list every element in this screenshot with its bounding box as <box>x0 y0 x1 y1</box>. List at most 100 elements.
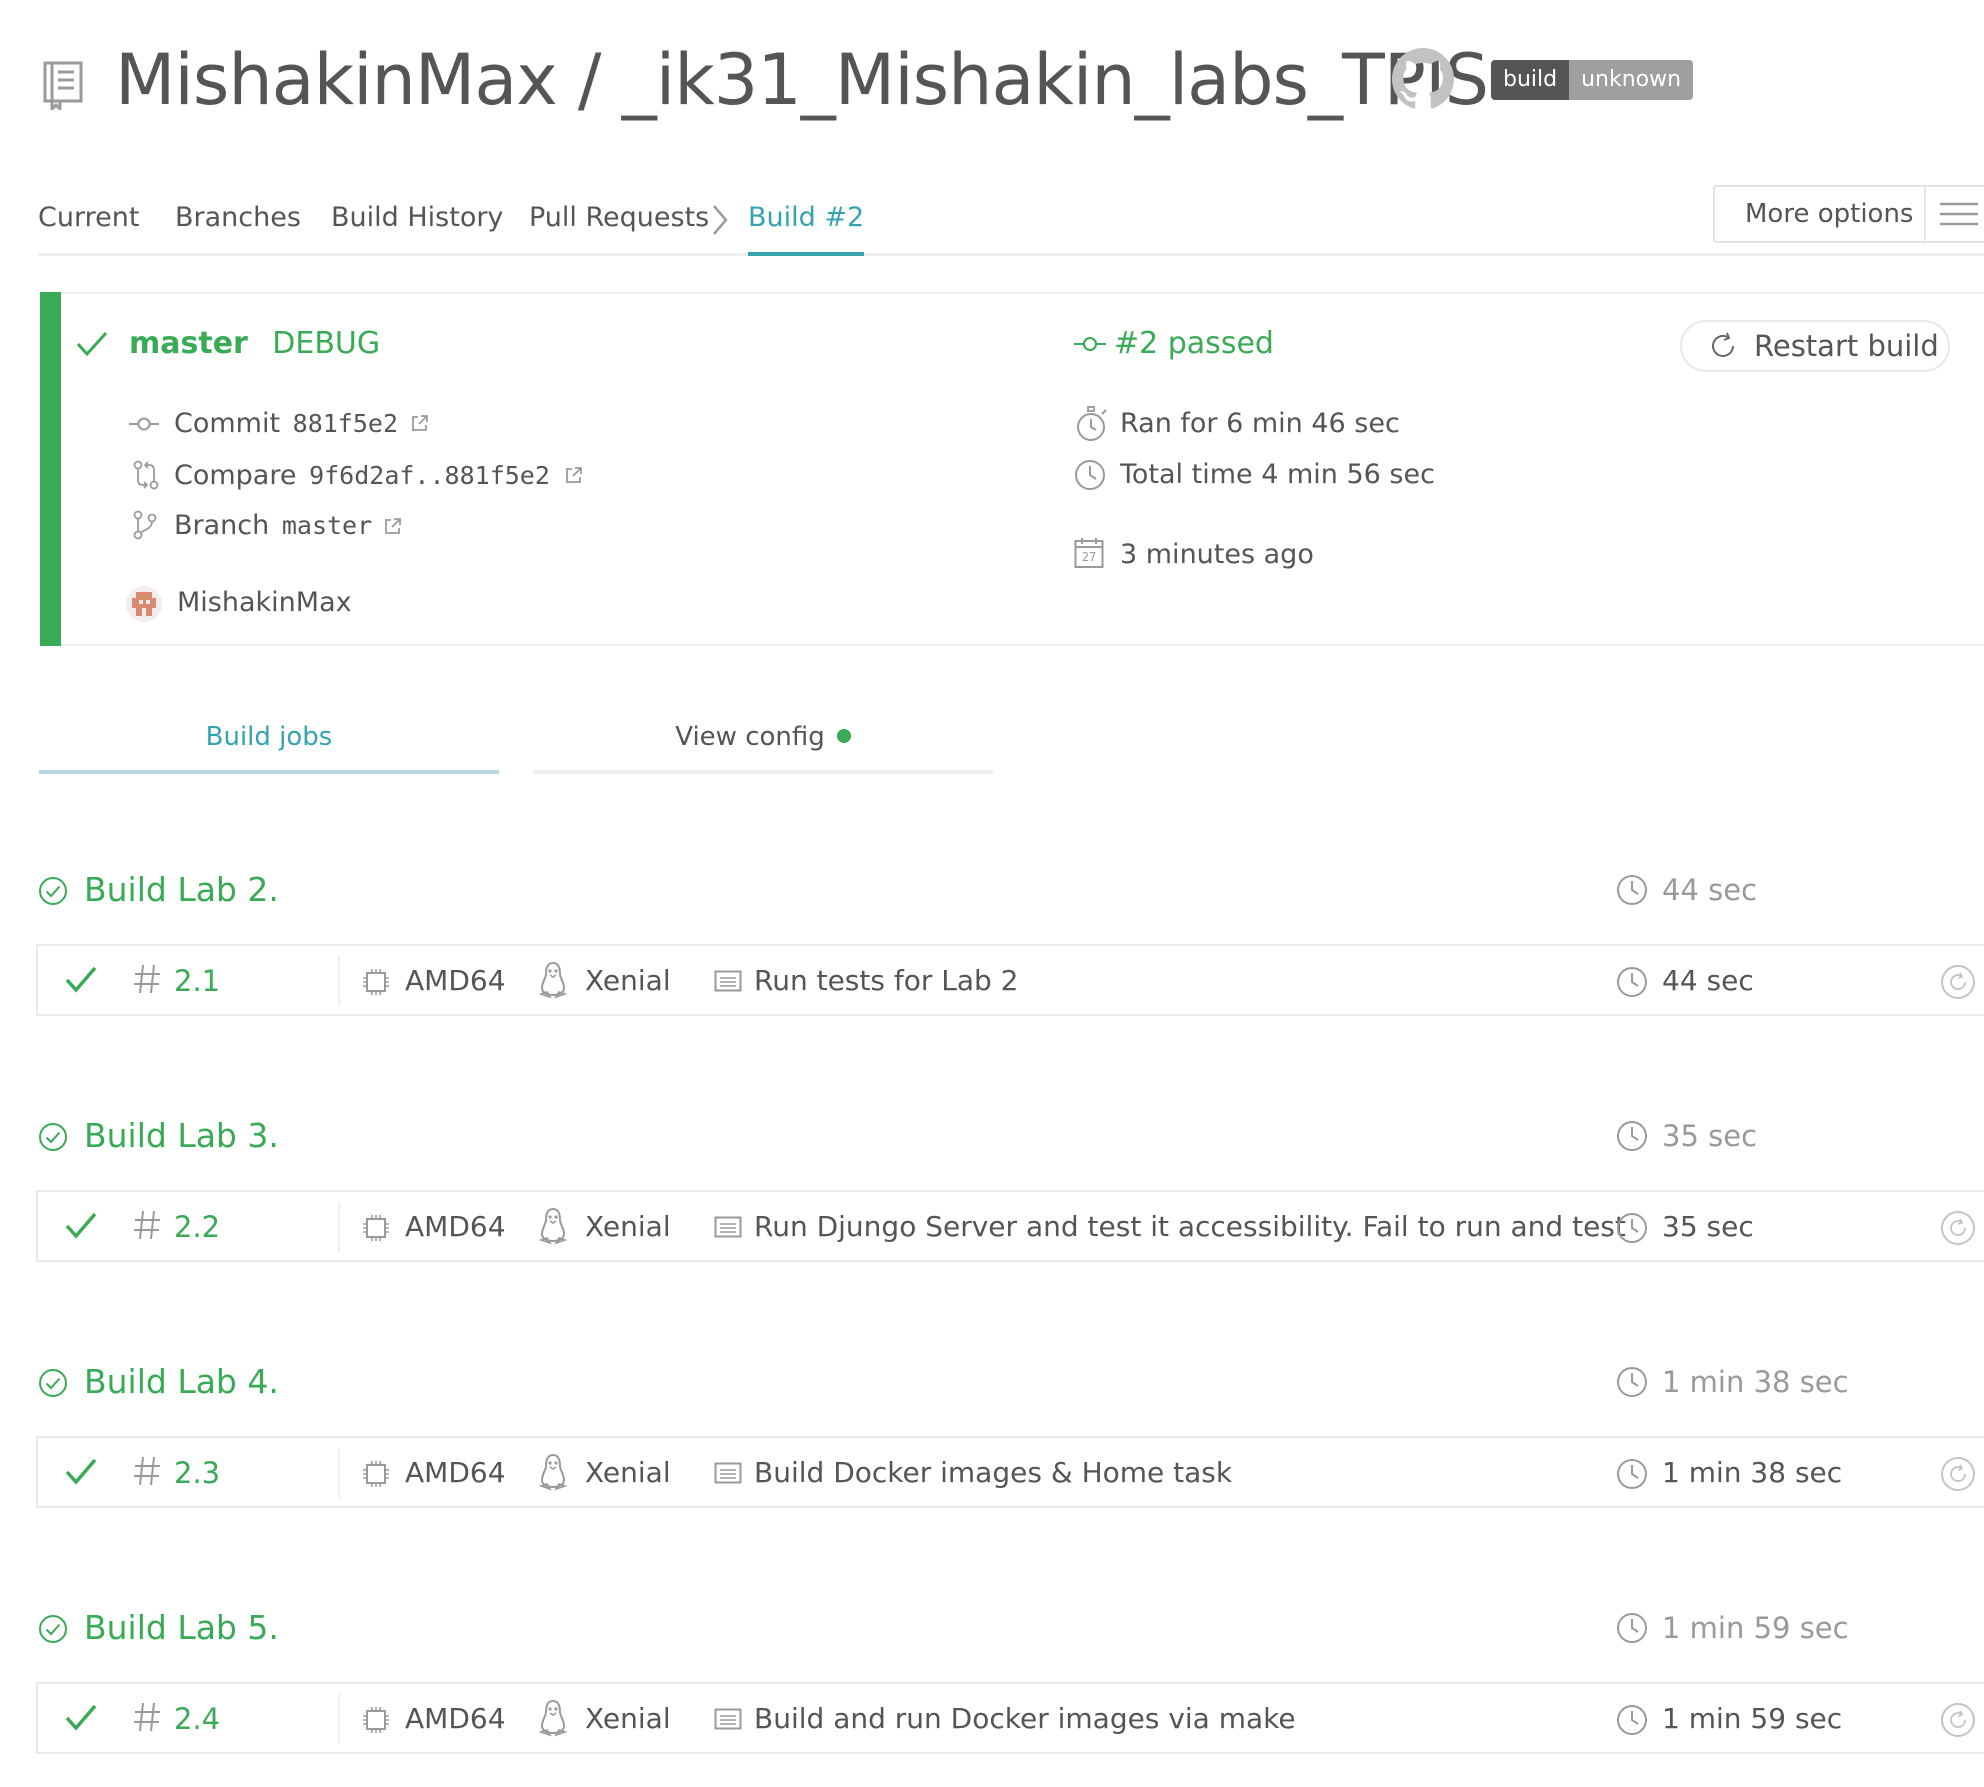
commit-icon <box>129 412 159 436</box>
commit-icon <box>1074 332 1106 356</box>
job-number[interactable]: 2.4 <box>174 1684 220 1754</box>
hash-icon <box>134 1702 160 1732</box>
repo-icon <box>42 60 86 110</box>
compare-link[interactable]: Compare 9f6d2af..881f5e2 <box>174 456 550 496</box>
job-os: Xenial <box>585 1702 671 1735</box>
badge-label: build <box>1491 60 1570 100</box>
job-arch: AMD64 <box>405 1456 506 1489</box>
cpu-icon <box>363 969 389 995</box>
tab-build-jobs[interactable]: Build jobs <box>39 712 499 774</box>
clock-icon <box>1617 967 1647 997</box>
stage-duration: 1 min 38 sec <box>1662 1365 1849 1399</box>
check-icon <box>65 1458 97 1485</box>
branch-name: master <box>281 511 373 540</box>
passed-stage-icon <box>39 1615 67 1643</box>
external-link-icon[interactable] <box>564 465 584 485</box>
repo-nav: Current Branches Build History Pull Requ… <box>38 196 1984 256</box>
restart-job-icon[interactable] <box>1940 1702 1976 1738</box>
check-icon <box>65 966 97 993</box>
build-status-badge[interactable]: build unknown <box>1491 60 1694 100</box>
job-border <box>36 1682 38 1754</box>
job-border <box>36 1436 38 1508</box>
tab-build-history[interactable]: Build History <box>331 196 503 240</box>
menu-icon[interactable] <box>1924 187 1984 241</box>
job-name: Build and run Docker images via make <box>754 1702 1296 1735</box>
more-options-label: More options <box>1745 199 1914 229</box>
avatar <box>126 586 162 622</box>
stage-title: Build Lab 3. <box>84 1116 279 1155</box>
hash-icon <box>134 1456 160 1486</box>
stage-header-2: Build Lab 3. 35 sec <box>38 1111 1984 1161</box>
clock-icon <box>1617 1121 1647 1151</box>
repo-title[interactable]: MishakinMax / _ik31_Mishakin_labs_TPIS <box>115 38 1489 122</box>
stage-duration: 1 min 59 sec <box>1662 1611 1849 1645</box>
stage-header-3: Build Lab 4. 1 min 38 sec <box>38 1357 1984 1407</box>
restart-job-icon[interactable] <box>1940 964 1976 1000</box>
clock-icon <box>1617 875 1647 905</box>
badge-status: unknown <box>1569 60 1694 100</box>
external-link-icon[interactable] <box>410 413 430 433</box>
author-name[interactable]: MishakinMax <box>177 583 352 623</box>
cpu-icon <box>363 1707 389 1733</box>
job-arch: AMD64 <box>405 1702 506 1735</box>
repo-name[interactable]: _ik31_Mishakin_labs_TPIS <box>622 39 1489 121</box>
build-branch[interactable]: master <box>129 326 248 361</box>
github-icon[interactable] <box>1392 48 1454 110</box>
job-border <box>36 944 38 1016</box>
job-divider <box>338 1202 340 1252</box>
restart-job-icon[interactable] <box>1940 1210 1976 1246</box>
restart-build-label: Restart build <box>1754 329 1939 363</box>
clock-icon <box>1617 1705 1647 1735</box>
job-row-1[interactable]: 2.1 AMD64 Xenial Run tests for Lab 2 44 … <box>36 944 1984 1016</box>
clock-icon <box>1074 459 1106 491</box>
build-status-bar <box>40 292 61 646</box>
hash-icon <box>134 964 160 994</box>
job-name: Run Djungo Server and test it accessibil… <box>754 1210 1626 1243</box>
commit-link[interactable]: Commit 881f5e2 <box>174 404 398 444</box>
passed-stage-icon <box>39 877 67 905</box>
compare-label: Compare <box>174 460 297 491</box>
check-icon <box>65 1212 97 1239</box>
build-status-text: #2 passed <box>1114 326 1274 361</box>
external-link-icon[interactable] <box>383 516 403 536</box>
document-icon <box>714 1462 742 1484</box>
repo-separator: / <box>556 39 622 121</box>
clock-icon <box>1617 1459 1647 1489</box>
more-options-button[interactable]: More options <box>1713 185 1984 243</box>
stage-header-4: Build Lab 5. 1 min 59 sec <box>38 1603 1984 1653</box>
clock-icon <box>1617 1367 1647 1397</box>
job-number[interactable]: 2.2 <box>174 1192 220 1262</box>
repo-owner[interactable]: MishakinMax <box>115 39 558 121</box>
job-number[interactable]: 2.1 <box>174 946 220 1016</box>
job-name: Build Docker images & Home task <box>754 1456 1233 1489</box>
tab-pull-requests[interactable]: Pull Requests <box>529 196 709 240</box>
job-divider <box>338 1448 340 1498</box>
tab-view-config[interactable]: View config <box>533 712 993 774</box>
total-time: Total time 4 min 56 sec <box>1120 459 1435 490</box>
branch-link[interactable]: Branch master <box>174 506 372 546</box>
restart-job-icon[interactable] <box>1940 1456 1976 1492</box>
stage-header-1: Build Lab 2. 44 sec <box>38 865 1984 915</box>
tab-build-2[interactable]: Build #2 <box>748 196 865 256</box>
job-os: Xenial <box>585 964 671 997</box>
tab-branches[interactable]: Branches <box>175 196 301 240</box>
config-status-dot <box>836 728 851 743</box>
job-duration: 44 sec <box>1662 964 1754 997</box>
tab-current[interactable]: Current <box>38 196 139 240</box>
job-divider <box>338 1694 340 1744</box>
job-arch: AMD64 <box>405 1210 506 1243</box>
job-duration: 1 min 59 sec <box>1662 1702 1843 1735</box>
compare-range: 9f6d2af..881f5e2 <box>309 461 550 490</box>
check-icon <box>76 330 108 358</box>
branch-icon <box>133 510 157 540</box>
linux-icon <box>538 961 568 999</box>
job-arch: AMD64 <box>405 964 506 997</box>
job-row-2[interactable]: 2.2 AMD64 Xenial Run Djungo Server and t… <box>36 1190 1984 1262</box>
job-row-4[interactable]: 2.4 AMD64 Xenial Build and run Docker im… <box>36 1682 1984 1754</box>
restart-build-button[interactable]: Restart build <box>1680 320 1950 372</box>
job-number[interactable]: 2.3 <box>174 1438 220 1508</box>
job-duration: 35 sec <box>1662 1210 1754 1243</box>
linux-icon <box>538 1207 568 1245</box>
ran-for: Ran for 6 min 46 sec <box>1120 408 1400 439</box>
job-row-3[interactable]: 2.3 AMD64 Xenial Build Docker images & H… <box>36 1436 1984 1508</box>
